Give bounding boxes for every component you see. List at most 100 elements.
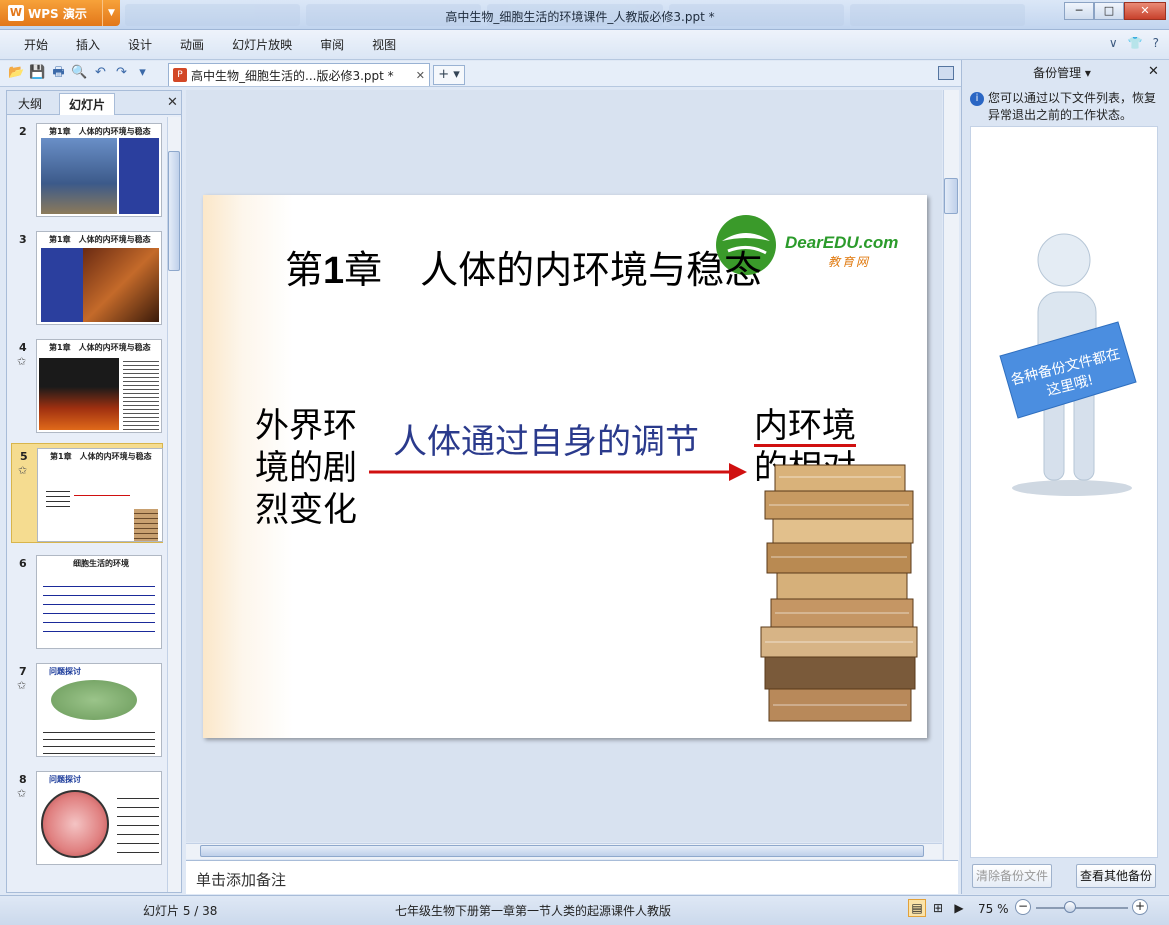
menu-view[interactable]: 视图 — [358, 36, 410, 53]
tab-outline[interactable]: 大纲 — [9, 93, 51, 115]
thumbnail-title: 细胞生活的环境 — [73, 559, 129, 568]
menu-home[interactable]: 开始 — [10, 36, 62, 53]
open-folder-icon[interactable]: 📂 — [8, 64, 25, 81]
wps-logo-icon: W — [8, 5, 24, 21]
window-controls: ─ □ ✕ — [1064, 2, 1166, 20]
tab-slides[interactable]: 幻灯片 — [59, 93, 116, 115]
menu-design[interactable]: 设计 — [114, 36, 166, 53]
close-panel-icon[interactable]: ✕ — [167, 95, 178, 110]
animation-star-icon: ✩ — [17, 679, 27, 692]
horizontal-scroll-thumb[interactable] — [200, 845, 924, 857]
slide-number: 3 — [19, 233, 27, 246]
template-name[interactable]: 七年级生物下册第一章第一节人类的起源课件人教版 — [395, 902, 671, 919]
slide-title[interactable]: 第1章 人体的内环境与稳态 — [285, 239, 762, 294]
notes-pane[interactable]: 单击添加备注 — [186, 860, 958, 894]
slide-thumbnail[interactable]: 6 细胞生活的环境 — [11, 551, 163, 651]
collapse-ribbon-icon[interactable]: ∨ — [1109, 36, 1118, 50]
document-tab[interactable]: P 高中生物_细胞生活的...版必修3.ppt * ✕ — [168, 63, 430, 86]
slide-number: 4 — [19, 341, 27, 354]
text-line: 外界环 — [255, 406, 357, 446]
minimize-button[interactable]: ─ — [1064, 2, 1094, 20]
save-icon[interactable]: 💾 — [29, 64, 46, 81]
regulation-text[interactable]: 人体通过自身的调节 — [393, 421, 699, 463]
slide-thumbnail-selected[interactable]: 5 ✩ 第1章 人体的内环境与稳态 — [11, 443, 163, 543]
slide-sorter-icon[interactable]: ⊞ — [929, 899, 947, 917]
menu-animation[interactable]: 动画 — [166, 36, 218, 53]
zoom-slider-track[interactable] — [1036, 907, 1128, 909]
help-icon[interactable]: ? — [1153, 36, 1159, 50]
text-block — [46, 487, 70, 507]
slide-counter: 幻灯片 5 / 38 — [143, 904, 218, 918]
text-line: 烈变化 — [255, 490, 357, 530]
ghost-tab — [125, 4, 301, 26]
thumbnail-image: 问题探讨 — [36, 771, 162, 865]
new-tab-button[interactable]: + ▾ — [433, 65, 465, 85]
chevron-down-icon[interactable]: ▼ — [102, 0, 120, 26]
ghost-tab — [849, 4, 1026, 26]
view-buttons: ▤ ⊞ ▶ — [908, 899, 968, 917]
external-change-text[interactable]: 外界环 境的剧 烈变化 — [255, 405, 375, 531]
text-block — [119, 138, 159, 214]
skin-icon[interactable]: 👕 — [1128, 36, 1143, 50]
menu-insert[interactable]: 插入 — [62, 36, 114, 53]
text-line: 内环境 — [754, 406, 856, 447]
slide-number: 2 — [19, 125, 27, 138]
menu-review[interactable]: 审阅 — [306, 36, 358, 53]
red-arrow[interactable] — [369, 459, 747, 485]
backup-panel-title[interactable]: 备份管理 ▾ — [962, 64, 1162, 81]
thumbnail-image: 第1章 人体的内环境与稳态 — [37, 448, 163, 542]
view-other-backups-button[interactable]: 查看其他备份 — [1076, 864, 1156, 888]
current-slide[interactable]: DearEDU.com 教育网 第1章 人体的内环境与稳态 外界环 境的剧 烈变… — [203, 195, 927, 738]
window-title: 高中生物_细胞生活的环境课件_人教版必修3.ppt * — [445, 10, 715, 24]
clear-backup-button[interactable]: 清除备份文件 — [972, 864, 1052, 888]
photo — [39, 358, 119, 430]
thumbnail-title: 问题探讨 — [49, 775, 81, 784]
cell-image — [51, 680, 137, 720]
book-stack-image[interactable] — [755, 457, 927, 738]
photo — [41, 138, 117, 214]
slide-thumbnail[interactable]: 4 ✩ 第1章 人体的内环境与稳态 — [11, 335, 163, 435]
wps-menu-button[interactable]: W WPS 演示 ▼ — [0, 0, 120, 26]
thumbnail-image: 细胞生活的环境 — [36, 555, 162, 649]
slide-number: 8 — [19, 773, 27, 786]
thumbnail-image: 第1章 人体的内环境与稳态 — [36, 339, 162, 433]
thumbnail-image: 问题探讨 — [36, 663, 162, 757]
arrow-line — [74, 495, 130, 496]
print-preview-icon[interactable]: 🔍 — [71, 64, 88, 81]
logo-text: DearEDU.com — [785, 233, 899, 252]
print-icon[interactable]: 🖶 — [50, 64, 67, 81]
thumbnail-title: 第1章 人体的内环境与稳态 — [49, 235, 151, 244]
zoom-in-button[interactable]: + — [1132, 899, 1148, 915]
vertical-scroll-thumb[interactable] — [944, 178, 958, 214]
slide-thumbnail[interactable]: 2 第1章 人体的内环境与稳态 — [11, 119, 163, 219]
title-prefix: 第 — [285, 248, 324, 292]
redo-icon[interactable]: ↷ — [113, 64, 130, 81]
zoom-slider-knob[interactable] — [1064, 901, 1076, 913]
thumbnail-image: 第1章 人体的内环境与稳态 — [36, 231, 162, 325]
ppt-file-icon: P — [173, 68, 187, 82]
close-tab-icon[interactable]: ✕ — [416, 69, 425, 82]
slide-thumbnail[interactable]: 3 第1章 人体的内环境与稳态 — [11, 227, 163, 327]
normal-view-icon[interactable]: ▤ — [908, 899, 926, 917]
close-window-button[interactable]: ✕ — [1124, 2, 1166, 20]
animation-star-icon: ✩ — [18, 464, 28, 477]
slide-thumbnail[interactable]: 7 ✩ 问题探讨 — [11, 659, 163, 759]
scrollbar-thumb[interactable] — [168, 151, 180, 271]
maximize-button[interactable]: □ — [1094, 2, 1124, 20]
slide-number: 7 — [19, 665, 27, 678]
slide-thumbnail[interactable]: 8 ✩ 问题探讨 — [11, 767, 163, 867]
undo-icon[interactable]: ↶ — [92, 64, 109, 81]
text-block — [41, 248, 83, 322]
quick-access-tools: 📂 💾 🖶 🔍 ↶ ↷ ▾ — [8, 64, 151, 81]
backup-panel: 备份管理 ▾ ✕ i 您可以通过以下文件列表，恢复异常退出之前的工作状态。 各种… — [961, 60, 1169, 894]
customize-chevron-icon[interactable]: ▾ — [134, 64, 151, 81]
info-icon: i — [970, 92, 984, 106]
window-tile-icon[interactable] — [938, 66, 954, 80]
document-tab-label: 高中生物_细胞生活的...版必修3.ppt * — [191, 68, 394, 83]
animation-star-icon: ✩ — [17, 355, 27, 368]
close-panel-icon[interactable]: ✕ — [1148, 64, 1159, 79]
photo — [83, 248, 159, 322]
menu-slideshow[interactable]: 幻灯片放映 — [218, 36, 306, 53]
zoom-out-button[interactable]: − — [1015, 899, 1031, 915]
slideshow-play-icon[interactable]: ▶ — [950, 899, 968, 917]
